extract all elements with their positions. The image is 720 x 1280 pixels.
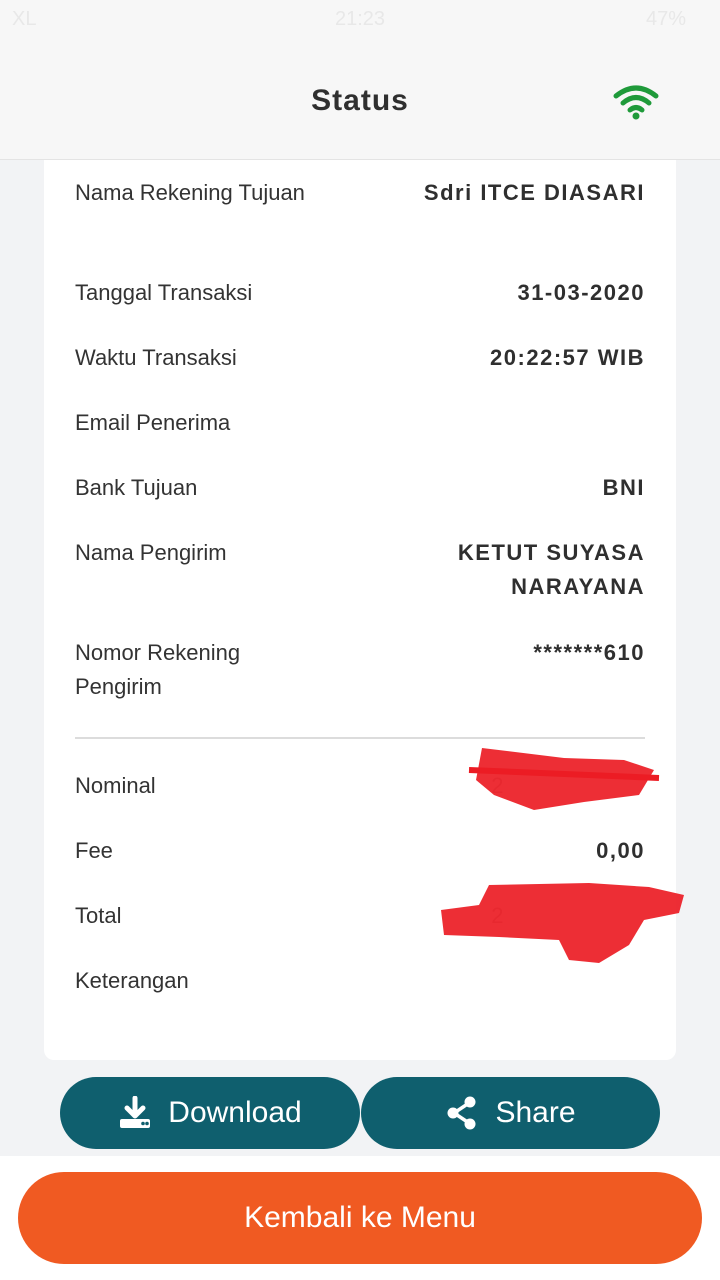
detail-label: Email Penerima — [75, 410, 231, 435]
share-button[interactable]: Share — [361, 1077, 660, 1149]
download-label: Download — [168, 1096, 302, 1129]
amount-value: 0,00 — [596, 838, 645, 863]
battery-level: 47% — [645, 8, 686, 30]
amount-label: Fee — [75, 838, 113, 863]
amount-value: 2 — [491, 903, 505, 928]
amount-label: Nominal — [75, 773, 156, 798]
share-icon — [447, 1096, 476, 1130]
status-bar: XL 21:23 47% — [0, 0, 720, 40]
detail-label: Tanggal Transaksi — [75, 280, 253, 305]
back-to-menu-button[interactable]: Kembali ke Menu — [18, 1172, 702, 1264]
amount-label: Keterangan — [75, 968, 189, 993]
status-time: 21:23 — [334, 8, 386, 30]
detail-value: Sdri ITCE DIASARI — [423, 180, 645, 205]
detail-value: 20:22:57 WIB — [490, 345, 645, 370]
detail-label: Waktu Transaksi — [75, 345, 237, 370]
detail-value: 31-03-2020 — [517, 280, 645, 305]
share-label: Share — [495, 1096, 576, 1129]
detail-label: Bank Tujuan — [75, 475, 198, 500]
app-header: Status — [0, 40, 720, 160]
detail-label: Nama Rekening Tujuan — [75, 180, 305, 205]
detail-value: BNI — [602, 475, 645, 500]
detail-label: Nomor Rekening Pengirim — [75, 640, 241, 699]
amount-label: Total — [75, 903, 122, 928]
wifi-icon — [613, 85, 659, 120]
detail-value: KETUT SUYASA NARAYANA — [457, 540, 645, 599]
amount-value: 2 — [491, 773, 505, 798]
download-button[interactable]: Download — [60, 1077, 360, 1149]
transaction-detail-card: Nama Rekening Tujuan Sdri ITCE DIASARI T… — [44, 160, 684, 1060]
section-divider — [75, 737, 645, 739]
detail-value: *******610 — [533, 640, 645, 665]
detail-label: Nama Pengirim — [75, 540, 227, 565]
download-icon — [120, 1096, 151, 1128]
